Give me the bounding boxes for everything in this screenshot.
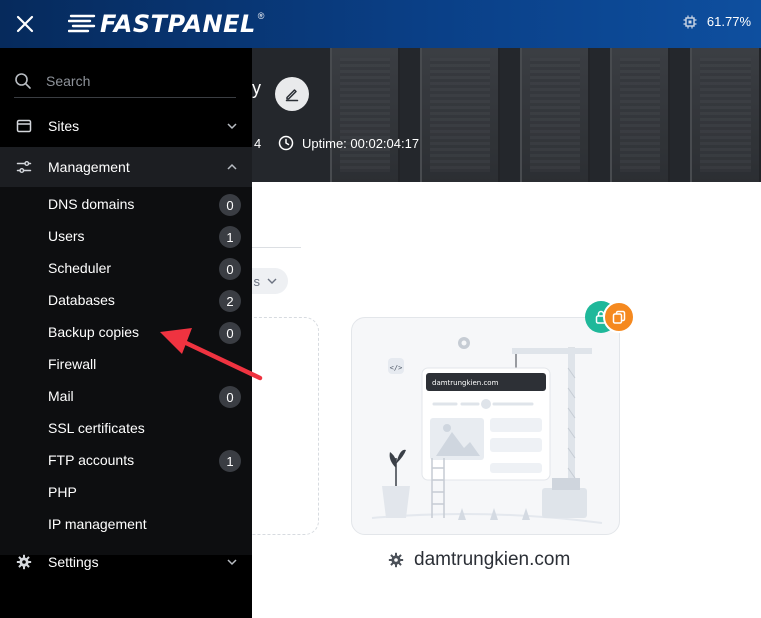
sites-filter-dropdown[interactable]: s (252, 268, 288, 294)
browser-window-icon (16, 119, 32, 133)
chevron-up-icon (227, 163, 237, 170)
sidebar-item-ftp-accounts[interactable]: FTP accounts 1 (0, 444, 252, 476)
sidebar-item-ip-management[interactable]: IP management (0, 508, 252, 540)
count-badge: 0 (219, 386, 241, 408)
uptime-indicator: Uptime: 00:02:04:17 (278, 135, 419, 151)
brand-name: FASTPANEL (100, 10, 256, 38)
server-info-fragment: 4 (254, 136, 262, 151)
sidebar-item-management[interactable]: Management (0, 147, 252, 187)
site-name-link[interactable]: damtrungkien.com (388, 549, 570, 571)
sidebar-item-label: Firewall (48, 356, 97, 372)
sidebar-item-databases[interactable]: Databases 2 (0, 284, 252, 316)
close-menu-button[interactable] (10, 9, 40, 39)
site-card[interactable]: </> damtrungkien.com (351, 317, 620, 535)
site-name-text: damtrungkien.com (414, 549, 571, 570)
chevron-down-icon (227, 123, 237, 130)
sidebar-item-label: Mail (48, 388, 74, 404)
gear-icon (16, 554, 32, 570)
sidebar-item-sites[interactable]: Sites (0, 106, 252, 146)
search-input[interactable] (46, 72, 226, 89)
sidebar-item-dns-domains[interactable]: DNS domains 0 (0, 188, 252, 220)
site-preview-url: damtrungkien.com (432, 379, 499, 387)
backup-status-badge[interactable] (603, 301, 635, 333)
sidebar-search (14, 64, 236, 98)
brand-registered-mark: ® (257, 11, 265, 21)
close-icon (16, 15, 34, 33)
sidebar-item-label: Users (48, 228, 85, 244)
count-badge: 1 (219, 226, 241, 248)
sidebar-item-label: Scheduler (48, 260, 112, 276)
sidebar-item-label: Sites (48, 118, 80, 134)
chevron-down-icon (267, 278, 277, 284)
search-icon (15, 72, 31, 89)
annotation-arrow (160, 328, 263, 381)
chevron-down-icon (227, 559, 237, 566)
sidebar-item-label: Databases (48, 292, 115, 308)
sidebar-item-label: IP management (48, 516, 147, 532)
count-badge: 0 (219, 258, 241, 280)
cpu-usage-value: 61.77% (706, 14, 751, 29)
sidebar-item-label: Settings (48, 554, 99, 570)
gear-icon (388, 552, 404, 568)
sidebar-item-users[interactable]: Users 1 (0, 220, 252, 252)
sidebar-item-label: Backup copies (48, 324, 140, 340)
sidebar-item-settings[interactable]: Settings (0, 542, 252, 582)
cpu-usage-indicator[interactable]: 61.77% (683, 14, 751, 29)
uptime-value: Uptime: 00:02:04:17 (302, 135, 420, 151)
filter-label-fragment: s (253, 273, 261, 289)
top-bar: FASTPANEL ® 61.77% (0, 0, 761, 48)
sliders-icon (16, 161, 32, 173)
copy-icon (612, 310, 626, 324)
edit-server-name-button[interactable] (275, 77, 309, 111)
sidebar-item-php[interactable]: PHP (0, 476, 252, 508)
sidebar-item-label: DNS domains (48, 196, 135, 212)
count-badge: 0 (219, 194, 241, 216)
content-divider (252, 247, 301, 248)
logo-lines-icon (68, 14, 96, 33)
site-preview-illustration: </> damtrungkien.com (371, 337, 603, 524)
count-badge: 2 (219, 290, 241, 312)
server-title-fragment: y (252, 78, 261, 98)
pencil-icon (285, 89, 299, 102)
sidebar-item-label: PHP (48, 484, 77, 500)
sidebar-item-label: SSL certificates (48, 420, 145, 436)
sidebar-item-label: Management (48, 159, 130, 175)
sidebar-item-scheduler[interactable]: Scheduler 0 (0, 252, 252, 284)
sidebar-item-ssl-certificates[interactable]: SSL certificates (0, 412, 252, 444)
cpu-chip-icon (683, 15, 697, 28)
fastpanel-logo[interactable]: FASTPANEL ® (68, 9, 264, 39)
svg-text:</>: </> (390, 364, 403, 372)
sidebar-item-label: FTP accounts (48, 452, 135, 468)
clock-icon (278, 135, 294, 151)
count-badge: 1 (219, 450, 241, 472)
